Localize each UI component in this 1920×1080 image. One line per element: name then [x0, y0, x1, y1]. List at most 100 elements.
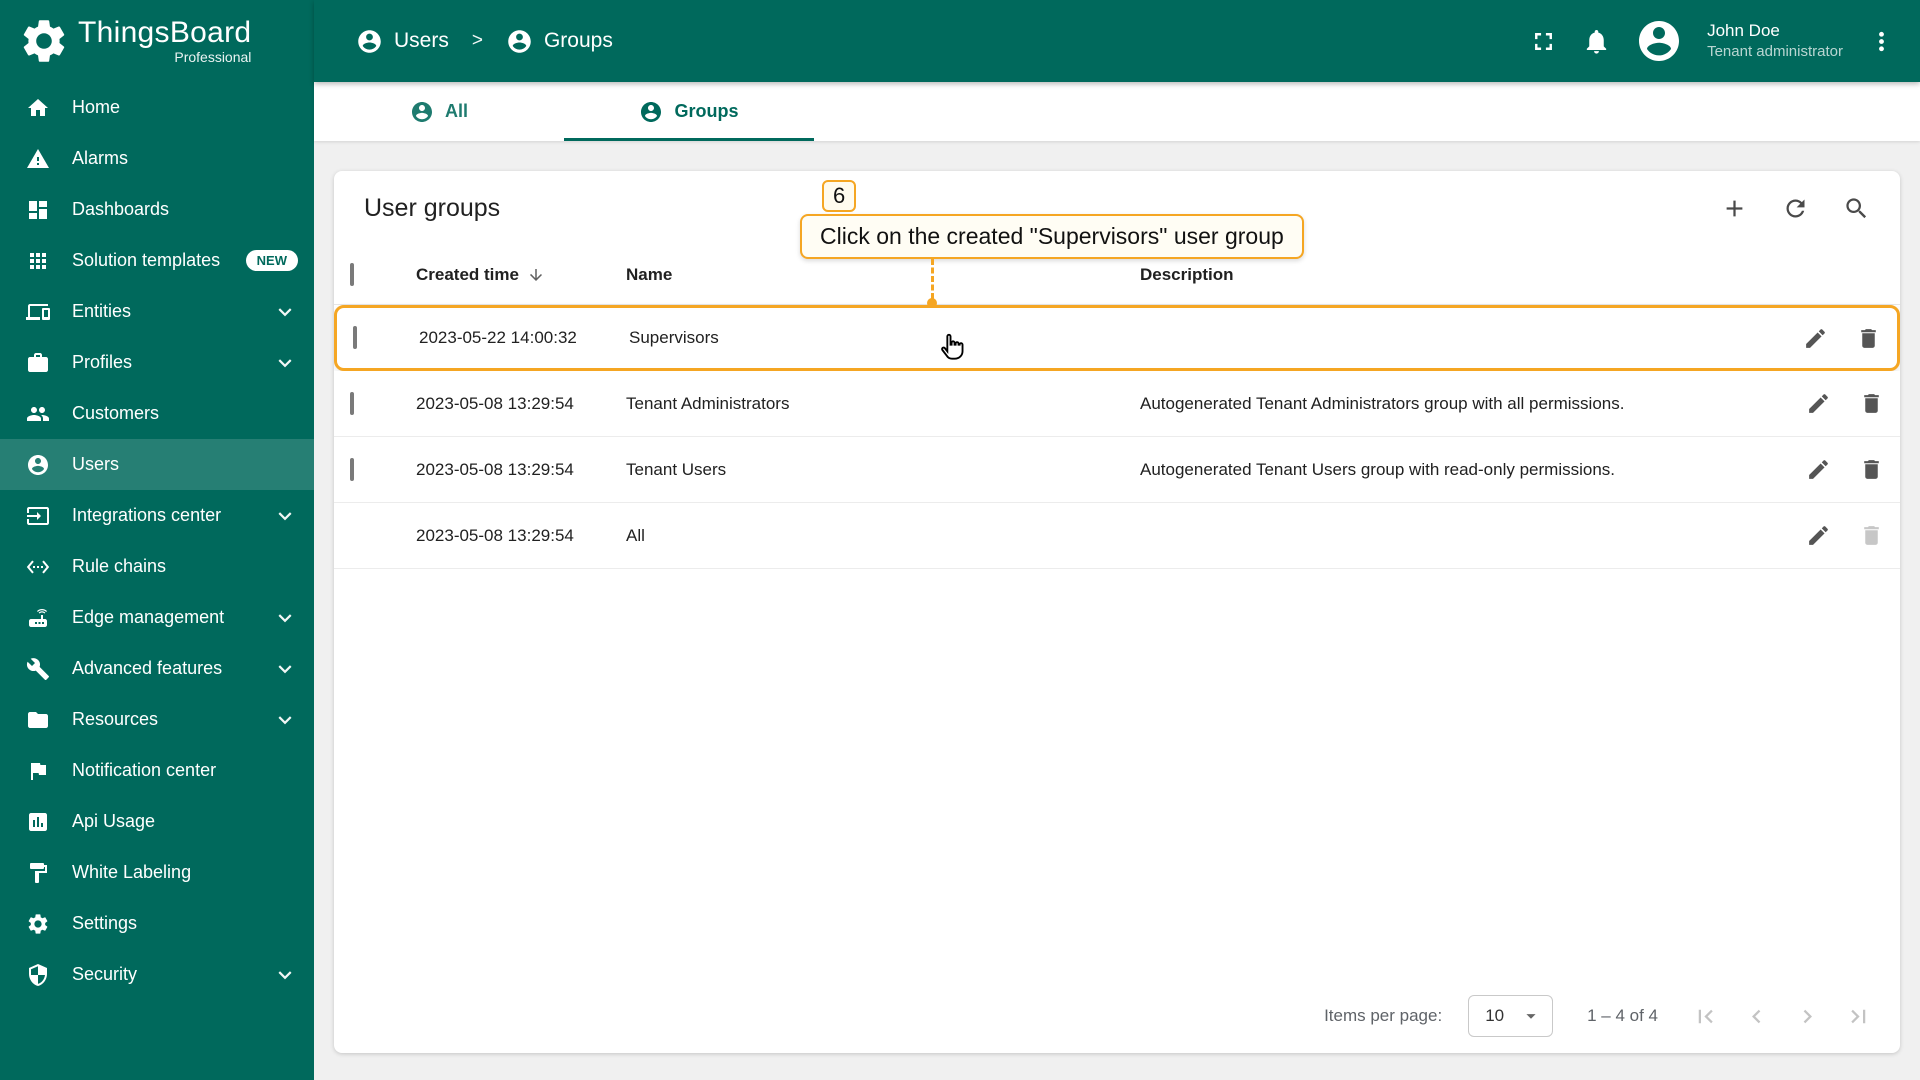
- pencil-icon: [1806, 391, 1831, 416]
- user-groups-card: User groups Created time Name Descriptio…: [334, 171, 1900, 1053]
- sidebar-item-security[interactable]: Security: [0, 949, 314, 1000]
- input-icon: [26, 504, 50, 528]
- sidebar-item-settings[interactable]: Settings: [0, 898, 314, 949]
- brand-logo: ThingsBoard Professional: [0, 0, 314, 82]
- apps-grid-icon: [26, 249, 50, 273]
- sidebar-item-profiles[interactable]: Profiles: [0, 337, 314, 388]
- tab-groups[interactable]: Groups: [564, 82, 814, 141]
- account-circle-icon: [506, 28, 533, 55]
- notifications-button[interactable]: [1582, 27, 1611, 56]
- sort-descending-icon[interactable]: [527, 266, 545, 284]
- sidebar-item-entities[interactable]: Entities: [0, 286, 314, 337]
- more-menu-button[interactable]: [1867, 27, 1896, 56]
- column-created-time[interactable]: Created time: [416, 265, 519, 285]
- trash-icon: [1859, 391, 1884, 416]
- user-name: John Doe: [1707, 21, 1780, 41]
- sidebar-item-api-usage[interactable]: Api Usage: [0, 796, 314, 847]
- sidebar-item-label: Api Usage: [72, 811, 156, 831]
- row-checkbox[interactable]: [353, 326, 357, 349]
- sidebar-item-alarms[interactable]: Alarms: [0, 133, 314, 184]
- delete-button-disabled: [1859, 523, 1884, 548]
- bell-icon: [1582, 27, 1611, 56]
- edit-button[interactable]: [1803, 326, 1828, 351]
- home-icon: [26, 96, 50, 120]
- sidebar-item-notification-center[interactable]: Notification center: [0, 745, 314, 796]
- avatar-icon: [1635, 17, 1683, 65]
- next-page-button: [1794, 1003, 1821, 1030]
- table-row-all[interactable]: 2023-05-08 13:29:54 All: [334, 503, 1900, 569]
- breadcrumb-groups[interactable]: Groups: [544, 29, 613, 53]
- bar-chart-icon: [26, 810, 50, 834]
- table-row-supervisors[interactable]: 2023-05-22 14:00:32 Supervisors: [334, 305, 1900, 371]
- cell-created-time: 2023-05-08 13:29:54: [416, 393, 574, 413]
- column-name[interactable]: Name: [626, 265, 1140, 285]
- sidebar-item-advanced-features[interactable]: Advanced features: [0, 643, 314, 694]
- add-user-group-button[interactable]: [1721, 195, 1748, 222]
- fullscreen-button[interactable]: [1529, 27, 1558, 56]
- sidebar-item-dashboards[interactable]: Dashboards: [0, 184, 314, 235]
- items-per-page-select[interactable]: 10: [1468, 995, 1554, 1037]
- sidebar-item-label: Customers: [72, 403, 160, 423]
- edit-button[interactable]: [1806, 457, 1831, 482]
- trash-icon: [1856, 326, 1881, 351]
- sidebar-item-users[interactable]: Users: [0, 439, 314, 490]
- sidebar-item-label: Entities: [72, 301, 132, 321]
- folder-icon: [26, 708, 50, 732]
- cell-name: Supervisors: [629, 328, 719, 347]
- pagination-bar: Items per page: 10 1 – 4 of 4: [334, 979, 1900, 1053]
- sidebar-item-home[interactable]: Home: [0, 82, 314, 133]
- chevron-down-icon: [272, 503, 298, 529]
- sidebar-item-integrations-center[interactable]: Integrations center: [0, 490, 314, 541]
- briefcase-icon: [26, 351, 50, 375]
- select-all-checkbox[interactable]: [350, 262, 354, 286]
- hand-cursor-icon: [936, 330, 968, 362]
- sidebar-item-label: Settings: [72, 913, 138, 933]
- sidebar-item-solution-templates[interactable]: Solution templates NEW: [0, 235, 314, 286]
- chevron-down-icon: [272, 707, 298, 733]
- tab-all[interactable]: All: [314, 82, 564, 141]
- sidebar-item-rule-chains[interactable]: Rule chains: [0, 541, 314, 592]
- gear-icon: [26, 912, 50, 936]
- user-role: Tenant administrator: [1707, 43, 1843, 61]
- sidebar-item-resources[interactable]: Resources: [0, 694, 314, 745]
- cell-name: Tenant Users: [626, 459, 727, 479]
- edit-button[interactable]: [1806, 391, 1831, 416]
- delete-button[interactable]: [1856, 326, 1881, 351]
- row-checkbox[interactable]: [350, 457, 354, 481]
- sidebar-nav: Home Alarms Dashboards Solution template…: [0, 82, 314, 1080]
- table-row-tenant-users[interactable]: 2023-05-08 13:29:54 Tenant Users Autogen…: [334, 437, 1900, 503]
- table-row-tenant-administrators[interactable]: 2023-05-08 13:29:54 Tenant Administrator…: [334, 371, 1900, 437]
- column-description[interactable]: Description: [1140, 265, 1744, 285]
- cell-name: Tenant Administrators: [626, 393, 790, 413]
- cell-description: Autogenerated Tenant Users group with re…: [1140, 459, 1616, 479]
- people-icon: [26, 402, 50, 426]
- sidebar-item-label: White Labeling: [72, 862, 192, 882]
- sidebar-item-customers[interactable]: Customers: [0, 388, 314, 439]
- app-window: ThingsBoard Professional Home Alarms Das…: [0, 0, 1920, 1080]
- sidebar-item-label: Rule chains: [72, 556, 167, 576]
- wrench-icon: [26, 657, 50, 681]
- sidebar-item-label: Integrations center: [72, 505, 222, 525]
- cell-created-time: 2023-05-08 13:29:54: [416, 525, 574, 545]
- pencil-icon: [1806, 523, 1831, 548]
- edit-button[interactable]: [1806, 523, 1831, 548]
- row-checkbox[interactable]: [350, 391, 354, 415]
- chevron-down-icon: [272, 299, 298, 325]
- trash-icon: [1859, 523, 1884, 548]
- user-avatar[interactable]: [1635, 17, 1683, 65]
- last-page-icon: [1845, 1003, 1872, 1030]
- delete-button[interactable]: [1859, 391, 1884, 416]
- sidebar-item-white-labeling[interactable]: White Labeling: [0, 847, 314, 898]
- sidebar: ThingsBoard Professional Home Alarms Das…: [0, 0, 314, 1080]
- delete-button[interactable]: [1859, 457, 1884, 482]
- refresh-icon: [1782, 195, 1809, 222]
- sidebar-item-edge-management[interactable]: Edge management: [0, 592, 314, 643]
- trash-icon: [1859, 457, 1884, 482]
- page-title: User groups: [364, 193, 501, 222]
- content-area: User groups Created time Name Descriptio…: [314, 141, 1920, 1080]
- breadcrumb-users[interactable]: Users: [394, 29, 449, 53]
- search-button[interactable]: [1843, 195, 1870, 222]
- refresh-button[interactable]: [1782, 195, 1809, 222]
- sidebar-item-label: Resources: [72, 709, 159, 729]
- sidebar-item-label: Users: [72, 454, 120, 474]
